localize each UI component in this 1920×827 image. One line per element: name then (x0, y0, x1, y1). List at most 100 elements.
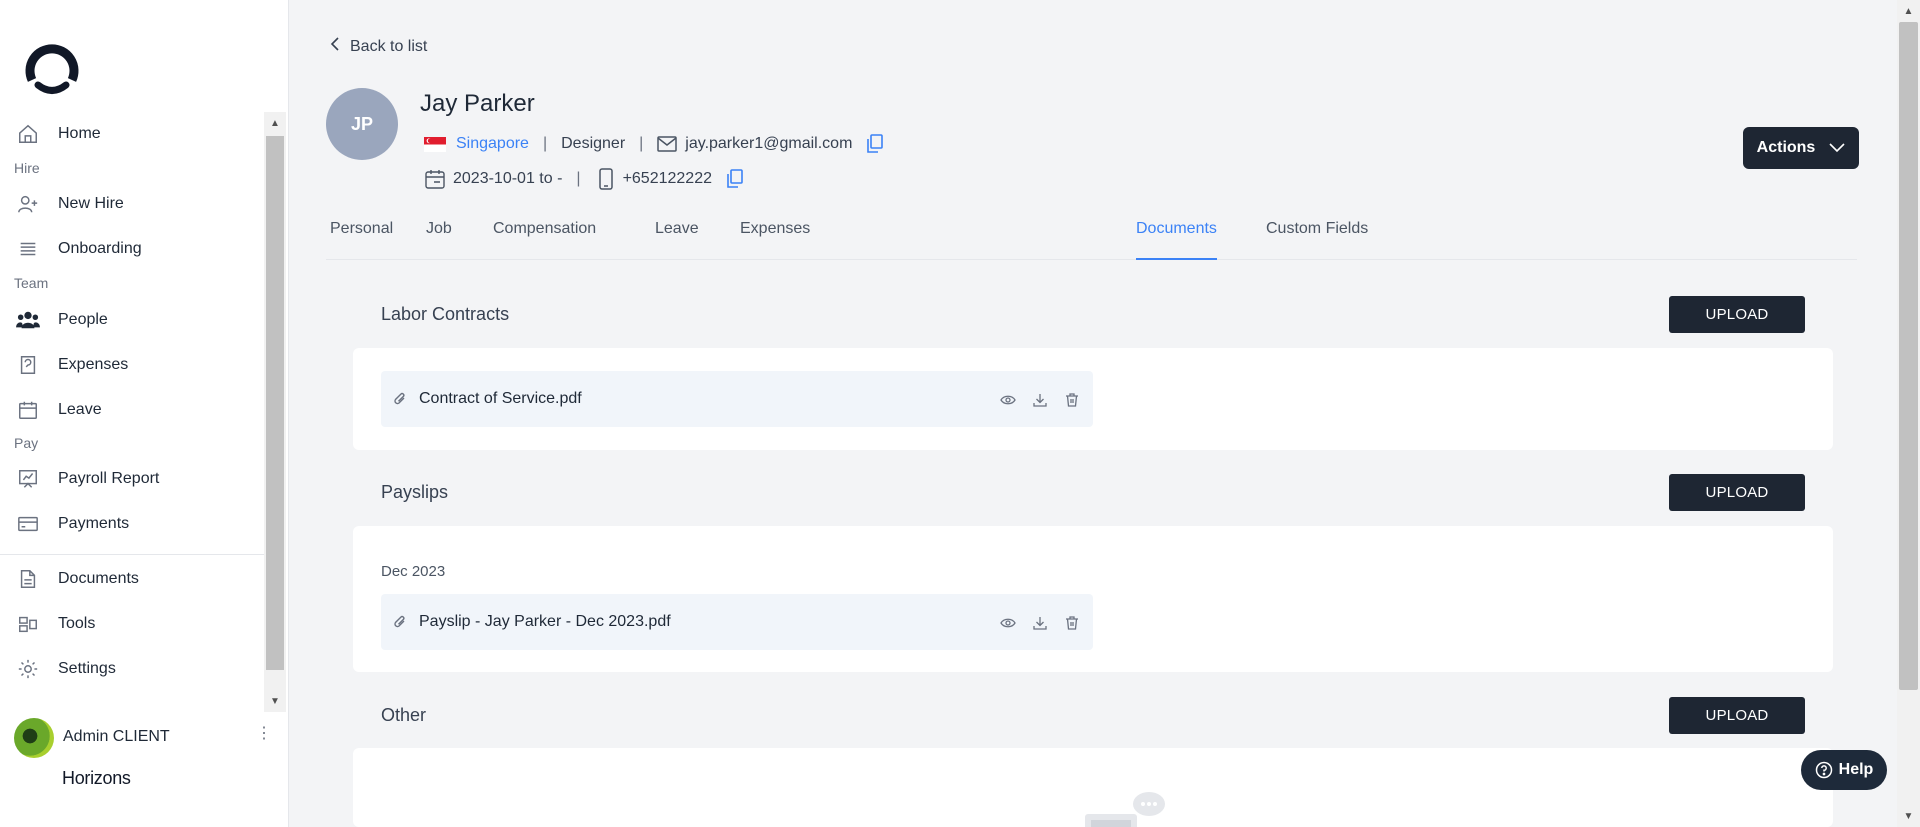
separator: | (542, 135, 548, 152)
sidebar-divider (0, 554, 264, 555)
tab-leave[interactable]: Leave (655, 216, 699, 260)
sidebar-item-expenses[interactable]: Expenses (0, 345, 264, 385)
home-icon (16, 122, 40, 146)
sidebar-nav: Home Hire New Hire Onboarding Team Peopl… (0, 112, 264, 712)
section-title-labor-contracts: Labor Contracts (381, 304, 510, 324)
section-title-payslips: Payslips (381, 482, 449, 502)
sidebar-item-onboarding[interactable]: Onboarding (0, 229, 264, 269)
tab-personal[interactable]: Personal (330, 216, 393, 260)
sidebar-item-label: Payroll Report (58, 470, 160, 487)
paperclip-icon (393, 391, 407, 412)
file-name: Contract of Service.pdf (419, 390, 582, 407)
document-icon (16, 567, 40, 591)
employment-date-range: 2023-10-01 to - (453, 170, 563, 187)
sidebar-item-label: Payments (58, 515, 130, 532)
actions-label: Actions (1756, 139, 1816, 156)
add-user-icon (16, 192, 40, 216)
file-actions (999, 614, 1081, 632)
user-profile[interactable]: Admin CLIENT ⋮ (0, 716, 289, 758)
separator: | (639, 135, 644, 152)
upload-labor-contract-button[interactable]: UPLOAD (1669, 296, 1805, 333)
avatar: JP (326, 88, 398, 160)
separator: | (576, 170, 581, 187)
main-content: Back to list JP Jay Parker Singapore | D… (289, 0, 1897, 827)
sidebar-item-payroll-report[interactable]: Payroll Report (0, 459, 264, 499)
sidebar-item-leave[interactable]: Leave (0, 390, 264, 430)
sidebar-scrollbar-thumb[interactable] (266, 136, 284, 670)
file-item: Contract of Service.pdf (381, 371, 1093, 427)
sidebar-item-home[interactable]: Home (0, 114, 264, 154)
sidebar-item-tools[interactable]: Tools (0, 604, 264, 644)
upload-payslip-button[interactable]: UPLOAD (1669, 474, 1805, 511)
tools-icon (16, 612, 40, 636)
sidebar-item-people[interactable]: People (0, 300, 264, 340)
user-name: Admin CLIENT (63, 728, 170, 745)
tab-job[interactable]: Job (426, 216, 452, 260)
page-scrollbar-thumb[interactable] (1899, 22, 1918, 690)
mail-icon (657, 136, 678, 152)
help-button[interactable]: Help (1801, 750, 1887, 790)
sidebar-item-label: Leave (58, 401, 102, 418)
nav-section-team: Team (14, 275, 49, 291)
eye-icon[interactable] (999, 614, 1017, 632)
download-icon[interactable] (1031, 391, 1049, 409)
sidebar-item-label: Tools (58, 615, 96, 632)
sidebar-item-label: People (58, 311, 108, 328)
employee-phone: +652122222 (622, 170, 712, 187)
app-logo[interactable] (24, 44, 80, 100)
sidebar-item-new-hire[interactable]: New Hire (0, 184, 264, 224)
sidebar-item-label: Home (58, 125, 101, 142)
copy-email-icon[interactable] (866, 134, 884, 154)
singapore-flag-icon (424, 136, 446, 152)
download-icon[interactable] (1031, 614, 1049, 632)
sidebar-item-documents[interactable]: Documents (0, 559, 264, 599)
calendar-icon (16, 398, 40, 422)
scroll-down-arrow-icon[interactable]: ▼ (1897, 805, 1920, 827)
tab-custom-fields[interactable]: Custom Fields (1266, 216, 1368, 260)
phone-icon (598, 168, 613, 190)
chevron-left-icon (330, 36, 340, 57)
brand-logo: Horizons (62, 768, 131, 788)
back-to-list-link[interactable]: Back to list (330, 36, 427, 57)
back-label: Back to list (350, 37, 428, 55)
section-title-other: Other (381, 705, 427, 725)
sidebar-item-label: Documents (58, 570, 139, 587)
payslip-month: Dec 2023 (381, 563, 446, 580)
tab-documents[interactable]: Documents (1136, 216, 1217, 260)
tab-compensation[interactable]: Compensation (493, 216, 596, 260)
labor-contracts-card: Contract of Service.pdf (353, 348, 1833, 450)
sidebar-item-label: New Hire (58, 195, 124, 212)
employee-meta-row: Singapore | Designer | jay.parker1@gmail… (424, 132, 884, 156)
upload-other-button[interactable]: UPLOAD (1669, 697, 1805, 734)
scroll-up-arrow-icon[interactable]: ▲ (1897, 0, 1920, 22)
payslips-card: Dec 2023 Payslip - Jay Parker - Dec 2023… (353, 526, 1833, 672)
tab-expenses[interactable]: Expenses (740, 216, 810, 260)
file-actions (999, 391, 1081, 409)
nav-section-pay: Pay (14, 435, 39, 451)
sidebar-item-label: Expenses (58, 356, 129, 373)
actions-dropdown-button[interactable]: Actions (1743, 127, 1859, 169)
employee-email: jay.parker1@gmail.com (685, 135, 853, 152)
file-name: Payslip - Jay Parker - Dec 2023.pdf (419, 613, 671, 630)
employee-role: Designer (561, 135, 626, 152)
scroll-up-arrow-icon[interactable]: ▲ (264, 112, 286, 134)
scroll-down-arrow-icon[interactable]: ▼ (264, 690, 286, 712)
question-circle-icon (1815, 761, 1833, 779)
trash-icon[interactable] (1063, 614, 1081, 632)
empty-state-illustration-icon (1065, 768, 1165, 827)
more-vertical-icon[interactable]: ⋮ (256, 726, 272, 742)
nav-section-hire: Hire (14, 160, 40, 176)
other-card (353, 748, 1833, 827)
credit-card-icon (16, 512, 40, 536)
employee-name: Jay Parker (420, 90, 535, 117)
sidebar-item-payments[interactable]: Payments (0, 504, 264, 544)
copy-phone-icon[interactable] (726, 169, 744, 189)
paperclip-icon (393, 614, 407, 635)
country-link[interactable]: Singapore (456, 135, 529, 153)
eye-icon[interactable] (999, 391, 1017, 409)
sidebar-item-settings[interactable]: Settings (0, 649, 264, 689)
receipt-icon (16, 353, 40, 377)
trash-icon[interactable] (1063, 391, 1081, 409)
gear-icon (16, 657, 40, 681)
calendar-icon (425, 169, 445, 189)
